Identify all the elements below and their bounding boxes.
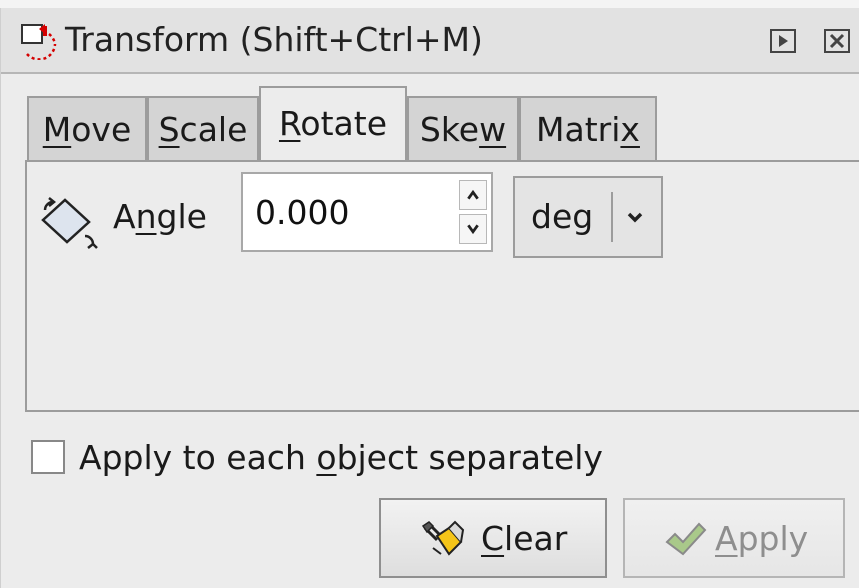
dialog-title: Transform (Shift+Ctrl+M) (65, 20, 483, 59)
tab-rotate[interactable]: Rotate (259, 86, 407, 160)
unit-separator (611, 192, 613, 242)
tab-skew[interactable]: Skew (407, 96, 519, 160)
tab-matrix[interactable]: Matrix (519, 96, 657, 160)
tab-scale[interactable]: Scale (147, 96, 259, 160)
play-icon[interactable] (769, 28, 797, 54)
tab-skew-mnemonic: w (479, 110, 507, 149)
angle-label: Angle (113, 197, 207, 236)
increment-icon[interactable] (459, 180, 487, 210)
dialog-titlebar[interactable]: Transform (Shift+Ctrl+M) (1, 8, 859, 74)
angle-mnemonic: n (135, 197, 157, 236)
tab-scale-mnemonic: S (158, 110, 180, 149)
checkmark-icon (665, 522, 707, 556)
tab-move-mnemonic: M (42, 110, 72, 149)
clear-button[interactable]: Clear (379, 498, 607, 578)
apply-each-checkbox[interactable] (31, 440, 65, 474)
tab-rotate-mnemonic: R (278, 104, 301, 143)
close-icon[interactable] (823, 28, 851, 54)
transform-dialog: Transform (Shift+Ctrl+M) Move Scale Rota… (0, 8, 859, 588)
unit-dropdown[interactable]: deg (513, 176, 663, 258)
screen-top-strip (0, 0, 859, 8)
chevron-down-icon[interactable] (621, 198, 649, 236)
tab-move[interactable]: Move (27, 96, 147, 160)
brush-icon (421, 520, 465, 556)
angle-spinbutton[interactable]: 0.000 (241, 172, 493, 252)
apply-button[interactable]: Apply (623, 498, 845, 578)
clear-label: Clear (481, 519, 568, 558)
angle-stepper (459, 180, 487, 244)
apply-each-mnemonic: o (316, 438, 337, 477)
angle-input[interactable]: 0.000 (255, 188, 349, 238)
decrement-icon[interactable] (459, 214, 487, 244)
transform-icon (21, 24, 57, 60)
apply-mnemonic: A (715, 519, 738, 558)
unit-selected: deg (531, 197, 594, 236)
clear-mnemonic: C (481, 519, 505, 558)
tab-matrix-mnemonic: x (620, 110, 640, 149)
rotate-object-icon (41, 197, 98, 249)
apply-each-label[interactable]: Apply to each object separately (79, 434, 603, 482)
apply-label: Apply (715, 519, 809, 558)
